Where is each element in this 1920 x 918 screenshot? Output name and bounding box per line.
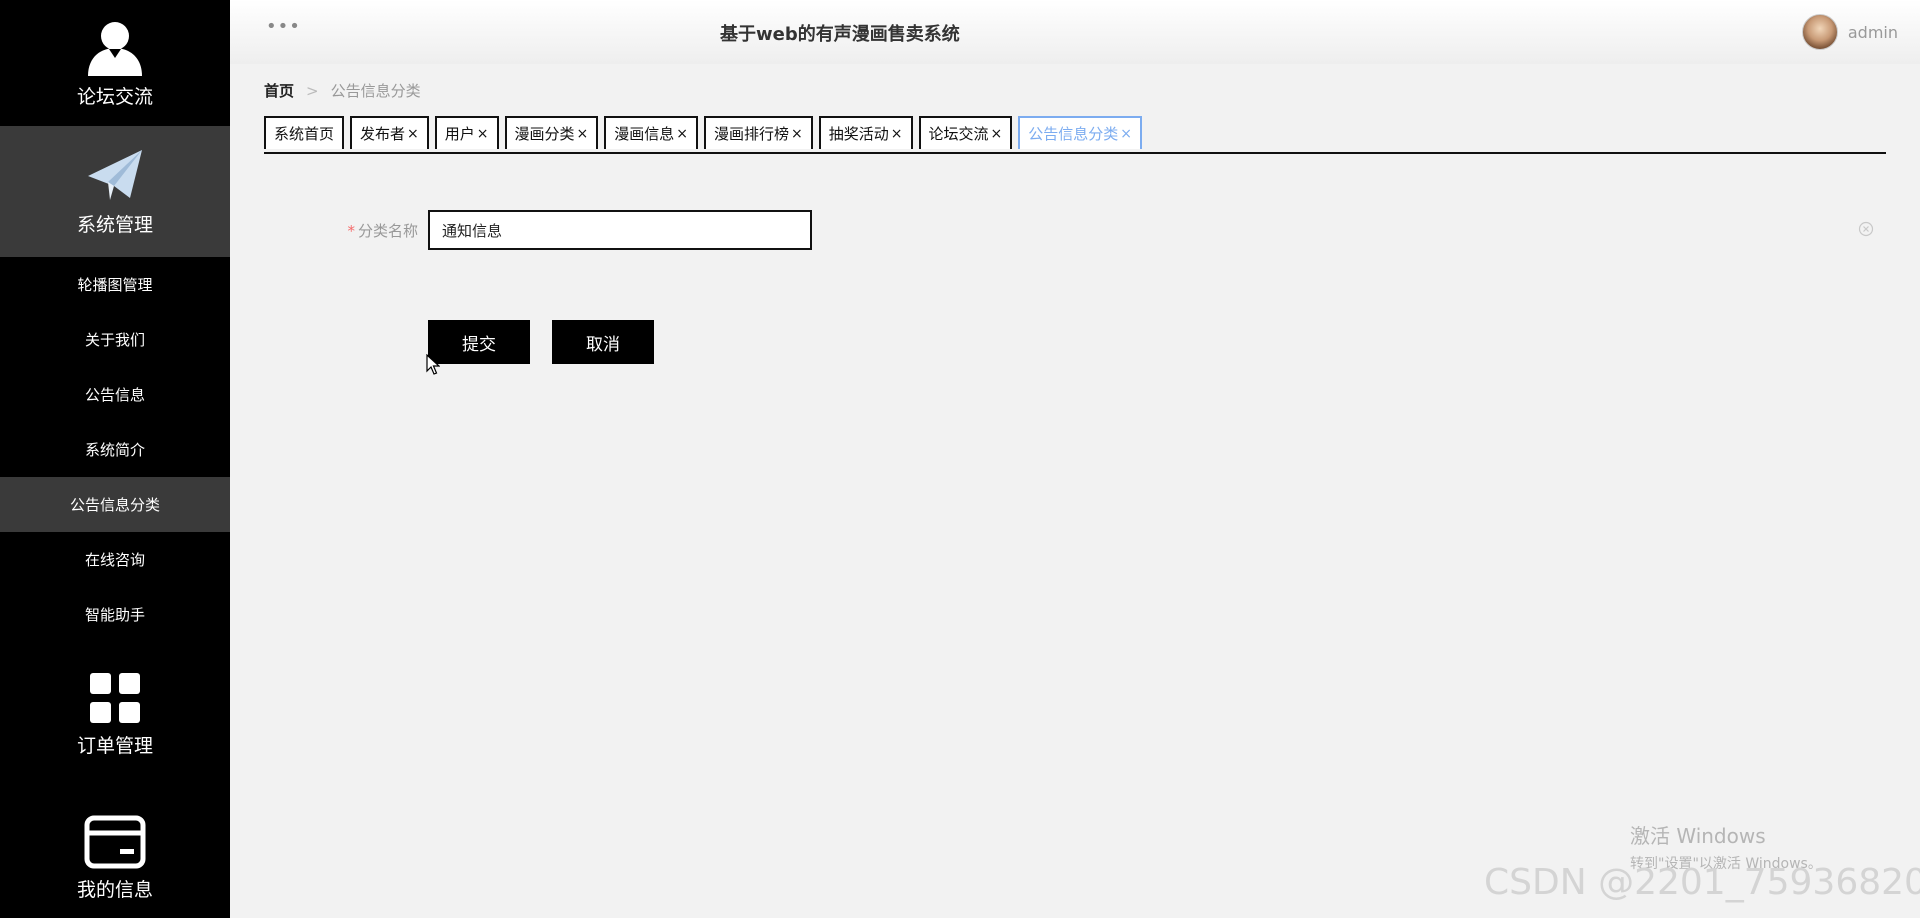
sidebar-item-carousel[interactable]: 轮播图管理 bbox=[0, 257, 230, 312]
clear-circle-icon[interactable] bbox=[1858, 221, 1874, 241]
tab-label: 论坛交流 bbox=[928, 125, 989, 143]
close-icon[interactable]: × bbox=[676, 126, 688, 142]
close-icon[interactable]: × bbox=[791, 126, 803, 142]
page-title: 基于web的有声漫画售卖系统 bbox=[720, 24, 960, 45]
sidebar: 论坛交流 系统管理 轮播图管理 关于我们 公告信息 系统简介 公告信息分类 在线… bbox=[0, 0, 230, 918]
grid-icon bbox=[88, 671, 142, 725]
close-icon[interactable]: × bbox=[991, 126, 1003, 142]
category-name-label: * 分类名称 bbox=[340, 220, 418, 241]
app-root: 论坛交流 系统管理 轮播图管理 关于我们 公告信息 系统简介 公告信息分类 在线… bbox=[0, 0, 1920, 918]
required-mark: * bbox=[347, 221, 355, 240]
tab-label: 公告信息分类 bbox=[1028, 125, 1119, 143]
tab-comic-ranking[interactable]: 漫画排行榜 × bbox=[704, 116, 813, 149]
breadcrumb-home[interactable]: 首页 bbox=[264, 80, 294, 101]
sidebar-section-title: 论坛交流 bbox=[76, 85, 153, 108]
tab-comic-info[interactable]: 漫画信息 × bbox=[604, 116, 699, 149]
user-menu[interactable]: admin bbox=[1801, 14, 1898, 50]
tab-label: 抽奖活动 bbox=[828, 125, 889, 143]
breadcrumb: 首页 > 公告信息分类 bbox=[264, 80, 421, 101]
windows-activation-line1: 激活 Windows bbox=[1630, 824, 1766, 848]
sidebar-item-assistant[interactable]: 智能助手 bbox=[0, 587, 230, 642]
user-icon bbox=[86, 18, 144, 76]
tab-label: 用户 bbox=[444, 125, 475, 143]
breadcrumb-current: 公告信息分类 bbox=[330, 82, 421, 100]
sidebar-item-about[interactable]: 关于我们 bbox=[0, 312, 230, 367]
cancel-button[interactable]: 取消 bbox=[552, 320, 654, 364]
more-dots-icon[interactable]: ••• bbox=[266, 16, 301, 37]
tab-user[interactable]: 用户 × bbox=[434, 116, 499, 149]
tab-notice-category[interactable]: 公告信息分类 × bbox=[1018, 116, 1143, 149]
tab-label: 系统首页 bbox=[274, 125, 335, 143]
close-icon[interactable]: × bbox=[1120, 126, 1132, 142]
tab-bar: 系统首页 发布者 × 用户 × 漫画分类 × 漫画信息 × 漫画排行榜 × 抽奖… bbox=[264, 116, 1886, 154]
tab-publisher[interactable]: 发布者 × bbox=[350, 116, 429, 149]
username[interactable]: admin bbox=[1848, 23, 1898, 42]
close-icon[interactable]: × bbox=[577, 126, 589, 142]
close-icon[interactable]: × bbox=[891, 126, 903, 142]
sidebar-item-notice-category[interactable]: 公告信息分类 bbox=[0, 477, 230, 532]
close-icon[interactable]: × bbox=[477, 126, 489, 142]
sidebar-section-title: 我的信息 bbox=[76, 878, 153, 901]
close-icon[interactable]: × bbox=[407, 126, 419, 142]
tab-label: 漫画信息 bbox=[614, 125, 675, 143]
tab-lottery[interactable]: 抽奖活动 × bbox=[818, 116, 913, 149]
sidebar-section-mine[interactable]: 我的信息 bbox=[0, 786, 230, 918]
csdn-watermark: CSDN @2201_75936820 bbox=[1484, 862, 1920, 903]
mouse-cursor-icon bbox=[426, 353, 441, 380]
paper-plane-icon bbox=[86, 146, 144, 204]
sidebar-item-consult[interactable]: 在线咨询 bbox=[0, 532, 230, 587]
sidebar-section-system[interactable]: 系统管理 bbox=[0, 126, 230, 257]
sidebar-section-title: 订单管理 bbox=[76, 734, 153, 757]
form-row-category: * 分类名称 bbox=[340, 210, 812, 250]
tab-label: 漫画分类 bbox=[514, 125, 575, 143]
tab-forum[interactable]: 论坛交流 × bbox=[918, 116, 1013, 149]
tab-label: 发布者 bbox=[360, 125, 406, 143]
tab-label: 漫画排行榜 bbox=[714, 125, 790, 143]
card-icon bbox=[84, 815, 146, 869]
category-name-label-text: 分类名称 bbox=[357, 221, 418, 240]
sidebar-item-intro[interactable]: 系统简介 bbox=[0, 422, 230, 477]
avatar[interactable] bbox=[1801, 14, 1838, 50]
category-name-input[interactable] bbox=[428, 210, 812, 250]
sidebar-item-notice[interactable]: 公告信息 bbox=[0, 367, 230, 422]
sidebar-section-title: 系统管理 bbox=[76, 214, 153, 236]
submit-button[interactable]: 提交 bbox=[428, 320, 530, 364]
tab-comic-category[interactable]: 漫画分类 × bbox=[504, 116, 599, 149]
sidebar-section-order[interactable]: 订单管理 bbox=[0, 642, 230, 786]
top-header: ••• 基于web的有声漫画售卖系统 admin bbox=[230, 0, 1920, 64]
sidebar-section-forum[interactable]: 论坛交流 bbox=[0, 0, 230, 126]
sidebar-submenu: 轮播图管理 关于我们 公告信息 系统简介 公告信息分类 在线咨询 智能助手 bbox=[0, 257, 230, 642]
breadcrumb-separator: > bbox=[306, 81, 319, 100]
tab-home[interactable]: 系统首页 bbox=[264, 116, 345, 149]
